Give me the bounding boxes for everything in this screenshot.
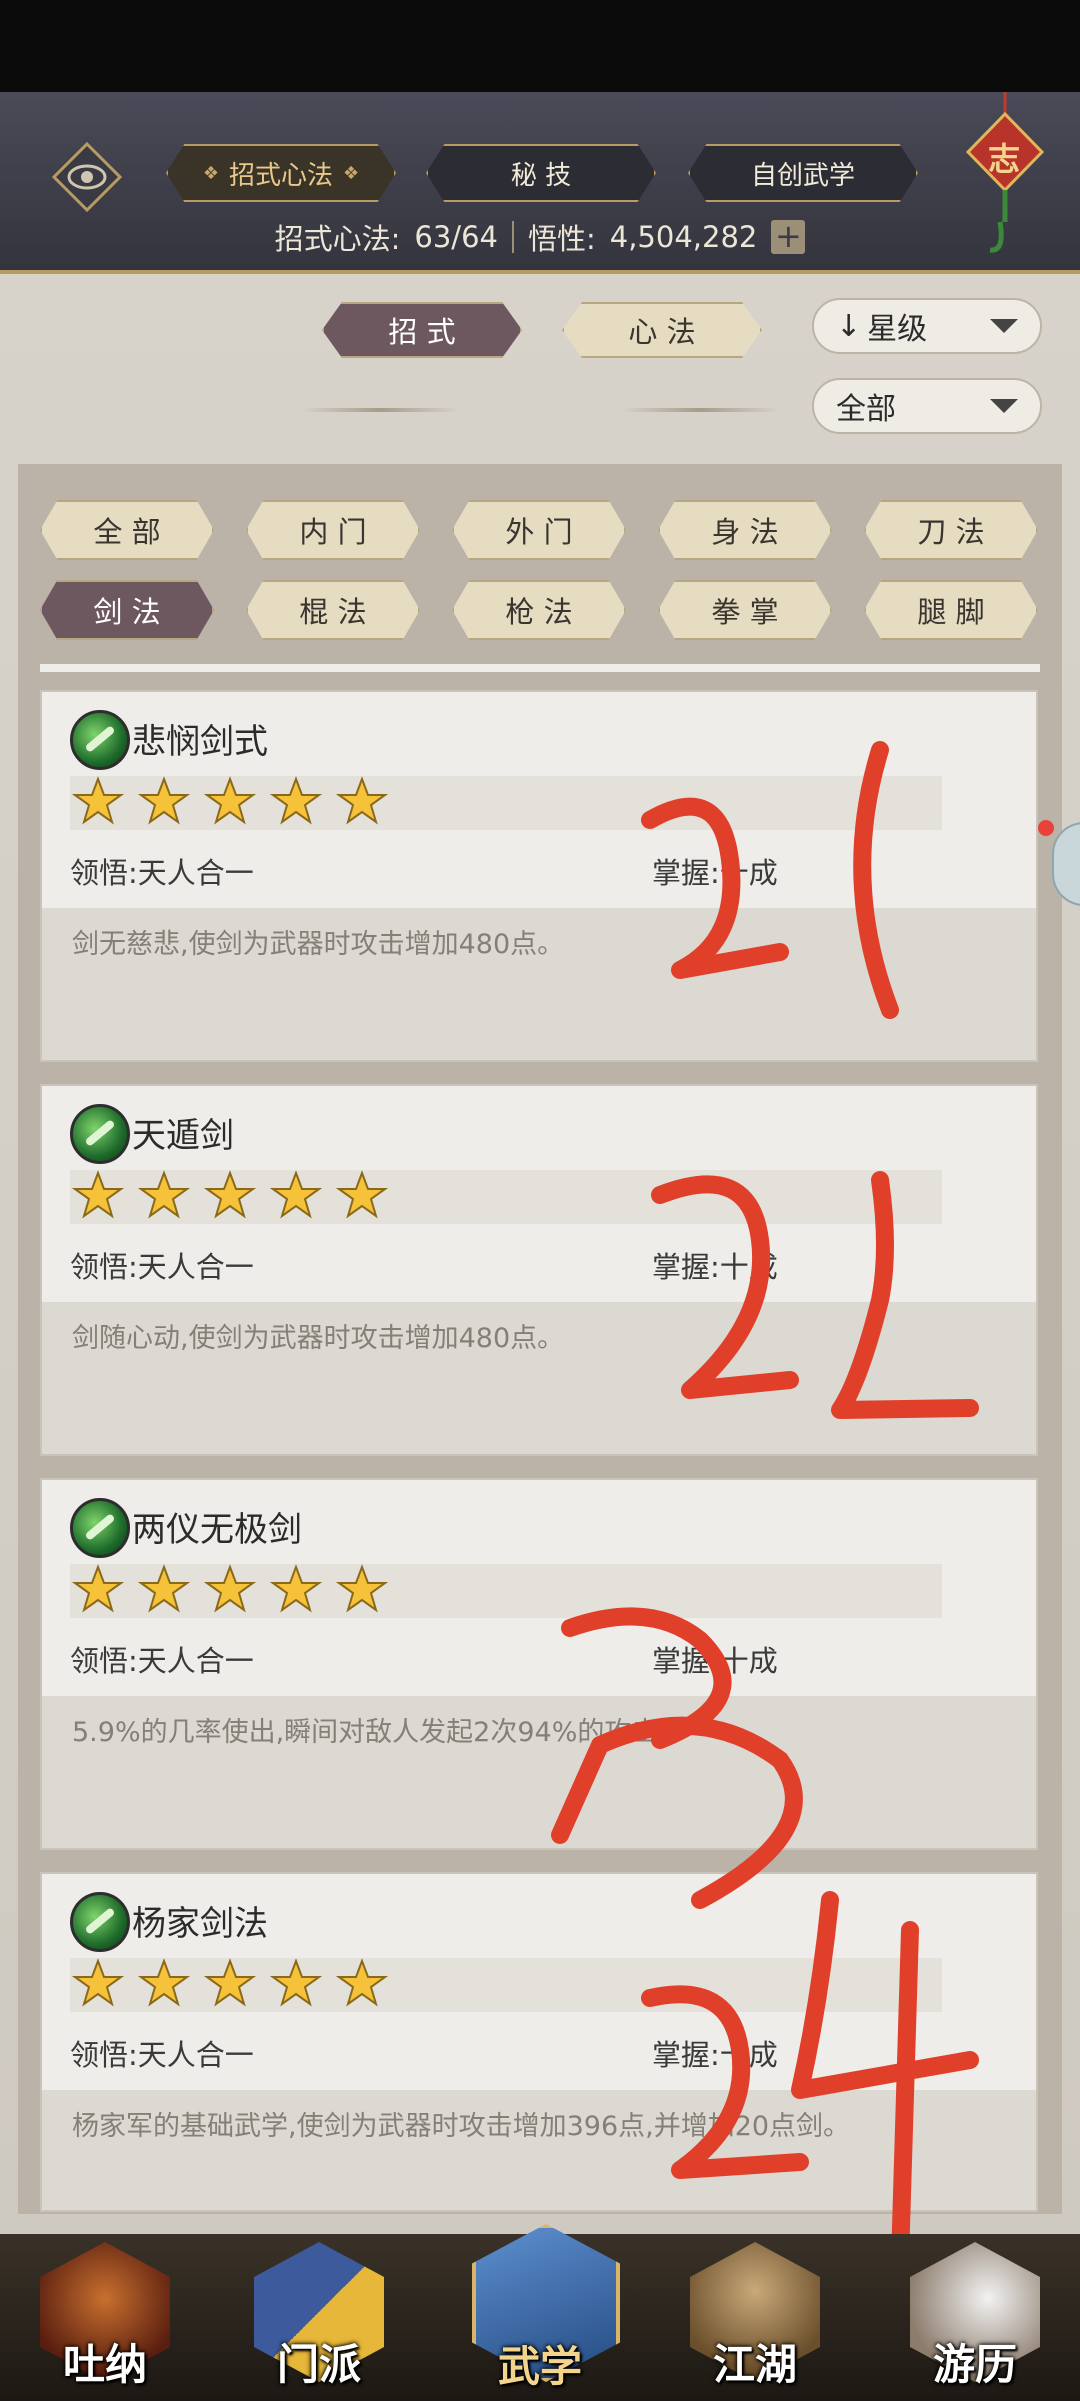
chevron-down-icon — [990, 319, 1018, 333]
skill-name: 悲悯剑式 — [132, 722, 268, 762]
category-leg[interactable]: 腿 脚 — [864, 580, 1038, 640]
category-inner[interactable]: 内 门 — [246, 500, 420, 560]
nav-sect[interactable]: 门派 — [244, 2242, 394, 2392]
bottom-nav: 吐纳 门派 武学 江湖 游历 — [0, 2224, 1080, 2401]
list-top-edge — [40, 664, 1040, 672]
stats-label-count: 招式心法: — [274, 222, 401, 256]
mastery-label: 掌握:十成 — [652, 856, 778, 890]
mastery-label: 掌握:十成 — [652, 1644, 778, 1678]
category-staff[interactable]: 棍 法 — [246, 580, 420, 640]
tab-self-created[interactable]: 自创武学 — [688, 144, 918, 202]
nav-breathing[interactable]: 吐纳 — [30, 2242, 180, 2392]
filter-dropdown[interactable]: 全部 — [812, 378, 1042, 434]
star-icon — [204, 1170, 256, 1219]
stats-value-insight: 4,504,282 — [609, 220, 758, 254]
ornament-left-icon: ❖ — [202, 162, 219, 184]
star-icon — [336, 1958, 388, 2007]
sword-skill-icon — [70, 1104, 130, 1164]
sword-skill-icon — [70, 710, 130, 770]
star-icon — [270, 1170, 322, 1219]
chinese-knot-icon[interactable]: 志 — [960, 92, 1050, 254]
chevron-down-icon — [990, 399, 1018, 413]
skill-description: 杨家军的基础武学,使剑为武器时攻击增加396点,并增加20点剑。 — [72, 2111, 851, 2142]
star-icon — [138, 1170, 190, 1219]
star-icon — [336, 776, 388, 825]
star-icon — [72, 776, 124, 825]
star-icon — [204, 1958, 256, 2007]
star-rating — [70, 1170, 942, 1224]
star-icon — [72, 1564, 124, 1613]
category-all[interactable]: 全 部 — [40, 500, 214, 560]
star-icon — [270, 776, 322, 825]
star-rating — [70, 1564, 942, 1618]
comprehension-label: 领悟:天人合一 — [70, 1644, 254, 1678]
stats-row: 招式心法: 63/64 悟性: 4,504,282 + — [0, 212, 1080, 262]
skill-card[interactable]: 悲悯剑式 领悟:天人合一 掌握:十成 剑无慈悲,使剑为武器时攻击增加480点。 — [40, 690, 1038, 1062]
subtab-mind-method[interactable]: 心 法 — [562, 302, 762, 358]
subtab-moves[interactable]: 招 式 — [322, 302, 522, 358]
star-icon — [138, 776, 190, 825]
star-rating — [70, 1958, 942, 2012]
status-bar — [0, 0, 1080, 92]
category-sword[interactable]: 剑 法 — [40, 580, 214, 640]
comprehension-label: 领悟:天人合一 — [70, 1250, 254, 1284]
sort-arrow-icon: ↓ — [836, 308, 862, 344]
add-insight-button[interactable]: + — [771, 220, 806, 254]
star-icon — [138, 1958, 190, 2007]
star-icon — [336, 1170, 388, 1219]
category-outer[interactable]: 外 门 — [452, 500, 626, 560]
ornament-line-right — [620, 408, 780, 412]
stats-value-count: 63/64 — [414, 220, 498, 254]
stats-divider — [511, 221, 514, 253]
star-icon — [270, 1564, 322, 1613]
tab-secret-skill[interactable]: 秘 技 — [426, 144, 656, 202]
category-movement[interactable]: 身 法 — [658, 500, 832, 560]
ornament-right-icon: ❖ — [343, 162, 360, 184]
star-icon — [72, 1170, 124, 1219]
skill-card[interactable]: 天遁剑 领悟:天人合一 掌握:十成 剑随心动,使剑为武器时攻击增加480点。 — [40, 1084, 1038, 1456]
mastery-label: 掌握:十成 — [652, 2038, 778, 2072]
star-icon — [270, 1958, 322, 2007]
star-icon — [204, 1564, 256, 1613]
star-icon — [72, 1958, 124, 2007]
header-bar: ❖ 招式心法 ❖ 秘 技 自创武学 招式心法: 63/64 悟性: 4,504,… — [0, 92, 1080, 274]
comprehension-label: 领悟:天人合一 — [70, 2038, 254, 2072]
category-spear[interactable]: 枪 法 — [452, 580, 626, 640]
category-fist[interactable]: 拳 掌 — [658, 580, 832, 640]
sort-dropdown[interactable]: ↓ 星级 — [812, 298, 1042, 354]
skill-card[interactable]: 杨家剑法 领悟:天人合一 掌握:十成 杨家军的基础武学,使剑为武器时攻击增加39… — [40, 1872, 1038, 2212]
skill-name: 杨家剑法 — [132, 1904, 268, 1944]
skill-name: 两仪无极剑 — [132, 1510, 302, 1550]
sword-skill-icon — [70, 1892, 130, 1952]
skill-description: 剑无慈悲,使剑为武器时攻击增加480点。 — [72, 929, 565, 960]
star-icon — [336, 1564, 388, 1613]
skill-card[interactable]: 两仪无极剑 领悟:天人合一 掌握:十成 5.9%的几率使出,瞬间对敌人发起2次9… — [40, 1478, 1038, 1850]
notification-dot — [1038, 820, 1054, 836]
star-icon — [204, 776, 256, 825]
nav-jianghu[interactable]: 江湖 — [680, 2242, 830, 2392]
tab-moves-mindmethod[interactable]: ❖ 招式心法 ❖ — [166, 144, 396, 202]
skill-name: 天遁剑 — [132, 1116, 234, 1156]
nav-martial-arts[interactable]: 武学 — [458, 2224, 622, 2394]
stats-label-insight: 悟性: — [527, 222, 596, 256]
comprehension-label: 领悟:天人合一 — [70, 856, 254, 890]
star-icon — [138, 1564, 190, 1613]
category-blade[interactable]: 刀 法 — [864, 500, 1038, 560]
star-rating — [70, 776, 942, 830]
skill-description: 剑随心动,使剑为武器时攻击增加480点。 — [72, 1323, 565, 1354]
ornament-line-left — [300, 408, 460, 412]
mastery-label: 掌握:十成 — [652, 1250, 778, 1284]
main-panel: 招 式 心 法 ↓ 星级 全部 全 部 内 门 外 门 身 法 刀 法 剑 法 … — [0, 274, 1080, 2234]
nav-travel[interactable]: 游历 — [900, 2242, 1050, 2392]
eye-toggle-icon[interactable] — [51, 141, 123, 213]
skill-description: 5.9%的几率使出,瞬间对敌人发起2次94%的攻击。 — [72, 1717, 686, 1748]
sword-skill-icon — [70, 1498, 130, 1558]
knot-char: 志 — [988, 140, 1021, 178]
